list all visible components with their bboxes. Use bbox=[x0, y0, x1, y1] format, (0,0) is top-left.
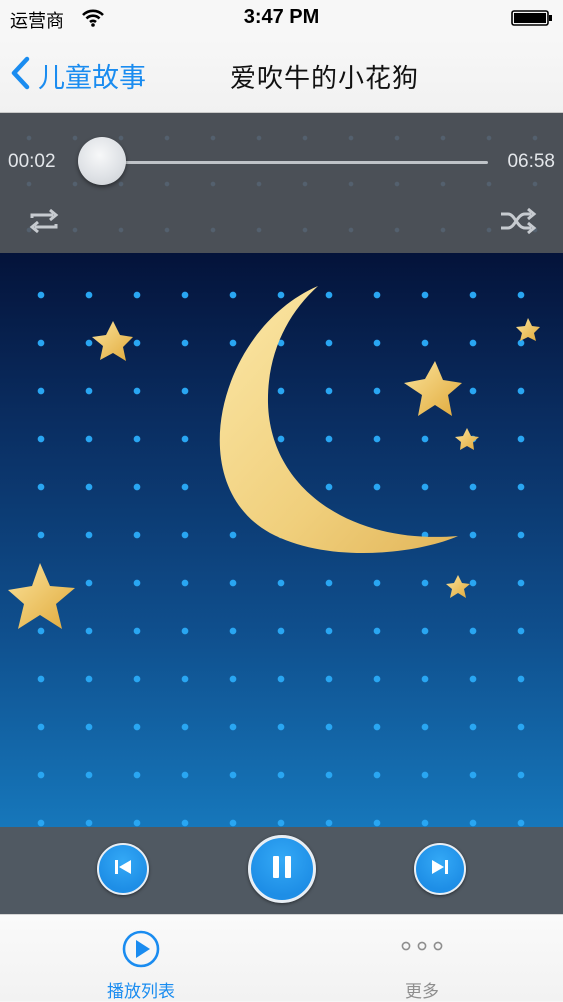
progress-thumb[interactable] bbox=[77, 137, 126, 185]
cover-artwork bbox=[0, 253, 563, 827]
shuffle-icon[interactable] bbox=[499, 206, 537, 240]
next-button[interactable] bbox=[414, 843, 466, 895]
pause-button[interactable] bbox=[248, 835, 316, 903]
skip-back-icon bbox=[113, 858, 133, 880]
tab-playlist[interactable]: 播放列表 bbox=[61, 915, 221, 1002]
play-circle-icon bbox=[121, 929, 161, 973]
repeat-icon[interactable] bbox=[26, 206, 62, 240]
total-time: 06:58 bbox=[507, 151, 555, 172]
player-panel: 00:02 06:58 bbox=[0, 113, 563, 253]
pause-icon bbox=[270, 854, 294, 884]
back-button-label: 儿童故事 bbox=[38, 62, 146, 94]
tab-playlist-label: 播放列表 bbox=[107, 982, 175, 1002]
tab-more[interactable]: 更多 bbox=[342, 915, 502, 1002]
tab-bar: 播放列表 更多 bbox=[0, 914, 563, 1002]
status-bar: 运营商 3:47 PM bbox=[0, 0, 563, 38]
tab-more-label: 更多 bbox=[405, 982, 439, 1002]
battery-icon bbox=[511, 10, 553, 26]
navigation-bar: 儿童故事 爱吹牛的小花狗 bbox=[0, 38, 563, 113]
moon-icon bbox=[219, 286, 458, 554]
chevron-left-icon bbox=[10, 56, 30, 94]
more-dots-icon bbox=[400, 937, 444, 956]
page-title: 爱吹牛的小花狗 bbox=[230, 64, 420, 94]
progress-slider[interactable] bbox=[100, 161, 488, 164]
elapsed-time: 00:02 bbox=[8, 151, 56, 172]
skip-forward-icon bbox=[430, 858, 450, 880]
back-button[interactable]: 儿童故事 bbox=[10, 52, 146, 98]
transport-controls bbox=[0, 827, 563, 914]
clock: 3:47 PM bbox=[243, 6, 320, 28]
previous-button[interactable] bbox=[97, 843, 149, 895]
